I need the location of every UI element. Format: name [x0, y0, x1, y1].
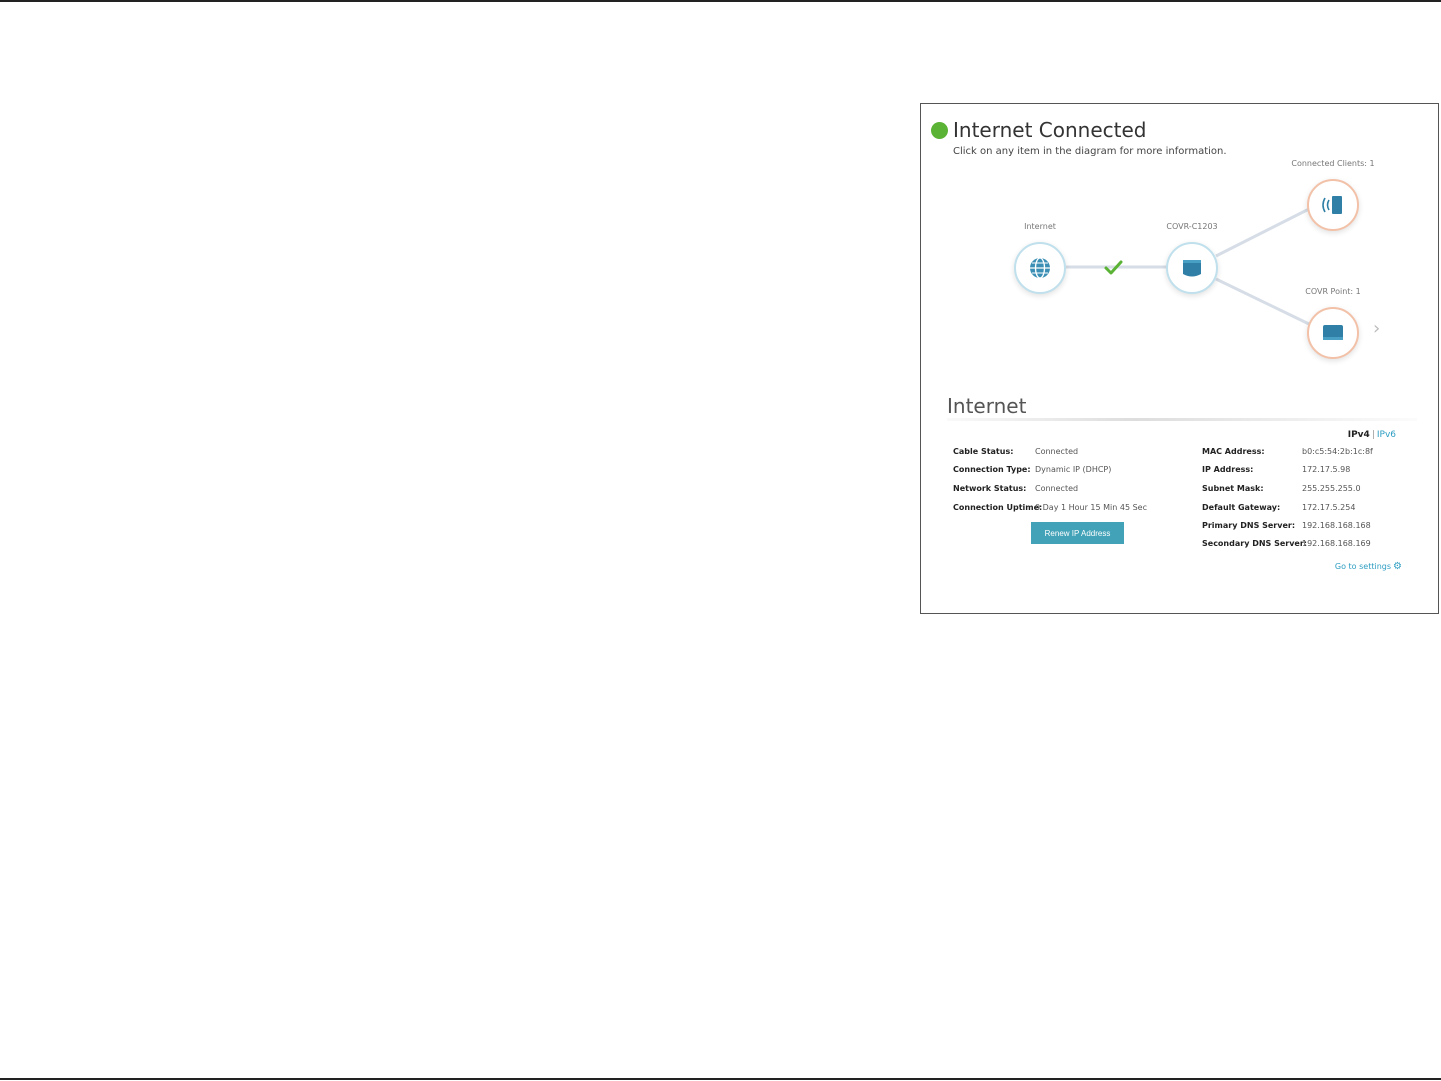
- top-rule: [0, 0, 1441, 2]
- tab-ipv4[interactable]: IPv4: [1348, 430, 1370, 440]
- internet-section-title: Internet: [947, 394, 1027, 418]
- info-value: 192.168.168.168: [1302, 521, 1371, 530]
- info-value: 192.168.168.169: [1302, 539, 1371, 548]
- gear-icon: ⚙: [1393, 561, 1402, 572]
- info-row-connection-type: Connection Type: Dynamic IP (DHCP): [953, 465, 1111, 474]
- info-value: Connected: [1035, 484, 1079, 493]
- info-value: 172.17.5.98: [1302, 465, 1351, 474]
- tab-ipv6[interactable]: IPv6: [1377, 430, 1396, 440]
- info-row-primary-dns: Primary DNS Server: 192.168.168.168: [1202, 521, 1371, 530]
- info-value: 0 Day 1 Hour 15 Min 45 Sec: [1035, 503, 1147, 512]
- info-key: Default Gateway:: [1202, 503, 1281, 512]
- extender-icon: [1323, 325, 1343, 340]
- chevron-right-icon[interactable]: ›: [1373, 318, 1380, 339]
- info-key: Cable Status:: [953, 447, 1014, 456]
- info-row-ip-address: IP Address: 172.17.5.98: [1202, 465, 1350, 474]
- info-row-mac-address: MAC Address: b0:c5:54:2b:1c:8f: [1202, 447, 1373, 456]
- info-value: Dynamic IP (DHCP): [1035, 465, 1112, 474]
- globe-icon: [1030, 257, 1050, 279]
- info-row-default-gateway: Default Gateway: 172.17.5.254: [1202, 503, 1355, 512]
- router-node[interactable]: [1166, 242, 1218, 294]
- info-row-subnet-mask: Subnet Mask: 255.255.255.0: [1202, 484, 1361, 493]
- info-row-cable-status: Cable Status: Connected: [953, 447, 1078, 456]
- ip-version-tabs: IPv4 | IPv6: [1348, 430, 1396, 440]
- info-key: IP Address:: [1202, 465, 1254, 474]
- bottom-rule: [0, 1078, 1441, 1080]
- info-value: b0:c5:54:2b:1c:8f: [1302, 447, 1373, 456]
- covr-point-node[interactable]: [1307, 307, 1359, 359]
- router-node-label: COVR-C1203: [1166, 222, 1218, 231]
- info-value: 172.17.5.254: [1302, 503, 1356, 512]
- info-value: Connected: [1035, 447, 1079, 456]
- info-key: Connection Uptime:: [953, 503, 1043, 512]
- info-key: MAC Address:: [1202, 447, 1265, 456]
- settings-link-label: Go to settings: [1334, 562, 1392, 571]
- info-key: Connection Type:: [953, 465, 1031, 474]
- info-key: Primary DNS Server:: [1202, 521, 1296, 530]
- info-row-network-status: Network Status: Connected: [953, 484, 1078, 493]
- renew-ip-button[interactable]: Renew IP Address: [1031, 522, 1124, 544]
- internet-node[interactable]: [1014, 242, 1066, 294]
- clients-node-label: Connected Clients: 1: [1291, 159, 1375, 168]
- info-key: Secondary DNS Server:: [1202, 539, 1307, 548]
- info-key: Network Status:: [953, 484, 1027, 493]
- router-icon: [1183, 260, 1201, 277]
- device-wifi-icon: [1322, 196, 1342, 214]
- connected-clients-node[interactable]: [1307, 179, 1359, 231]
- go-to-settings-link[interactable]: Go to settings ⚙: [1335, 561, 1402, 572]
- info-key: Subnet Mask:: [1202, 484, 1264, 493]
- info-row-connection-uptime: Connection Uptime:0 Day 1 Hour 15 Min 45…: [953, 503, 1147, 512]
- section-divider: [947, 418, 1417, 421]
- tab-separator: |: [1371, 430, 1375, 440]
- internet-status-panel: Internet Connected Click on any item in …: [920, 103, 1439, 614]
- extender-node-label: COVR Point: 1: [1305, 287, 1361, 296]
- internet-node-label: Internet: [1024, 222, 1056, 231]
- info-row-secondary-dns: Secondary DNS Server:192.168.168.169: [1202, 539, 1371, 548]
- info-value: 255.255.255.0: [1302, 484, 1361, 493]
